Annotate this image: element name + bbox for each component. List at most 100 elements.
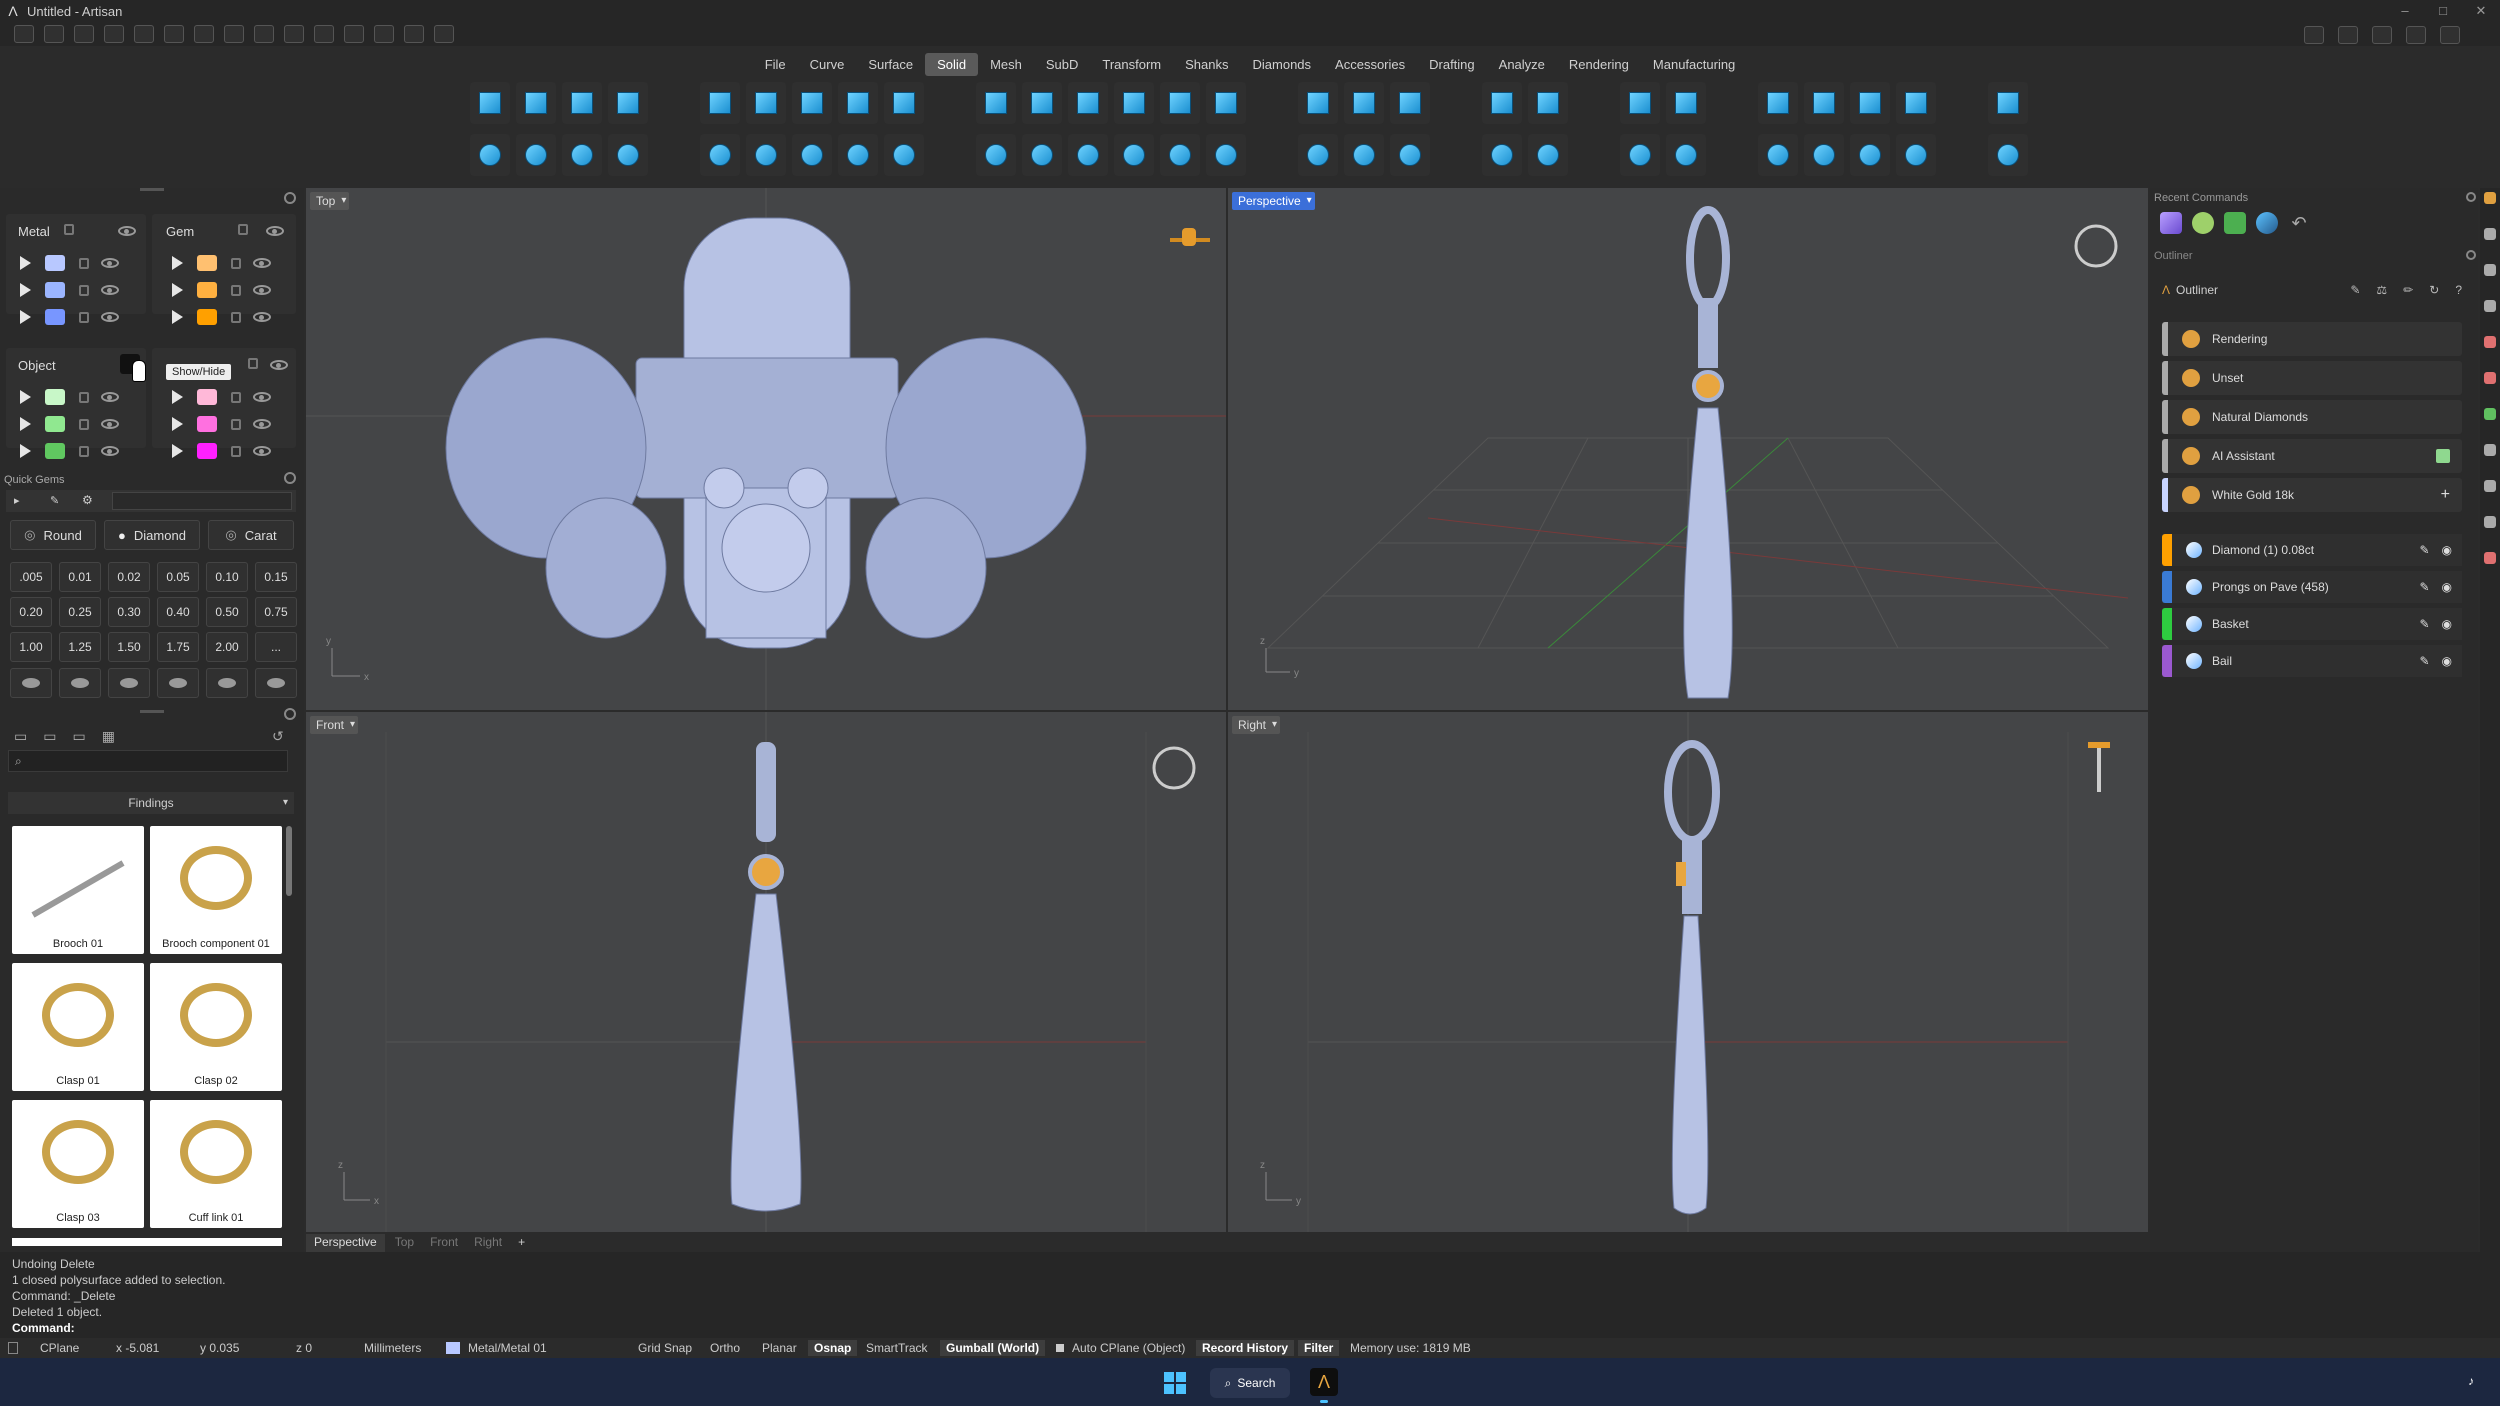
toolbar-union-button[interactable] xyxy=(1482,134,1522,176)
command-prompt[interactable]: Command: xyxy=(12,1320,2488,1336)
side-tool-icon[interactable] xyxy=(2484,264,2496,276)
refresh-icon[interactable]: ↻ xyxy=(2429,283,2439,297)
artisan-app-icon[interactable]: Λ xyxy=(1310,1368,1338,1396)
lock-icon[interactable] xyxy=(238,224,248,235)
grid-view-icon[interactable]: ▦ xyxy=(102,728,115,745)
layer-color-swatch[interactable] xyxy=(197,255,217,271)
outliner-object-row[interactable]: Diamond (1) 0.08ct ✎ ◉ xyxy=(2162,534,2462,566)
layer-color-swatch[interactable] xyxy=(45,389,65,405)
viewport-perspective[interactable]: z y Perspective xyxy=(1228,188,2148,710)
auto-cplane-toggle[interactable]: Auto CPlane (Object) xyxy=(1072,1340,1185,1356)
toolbar-pyramid-button[interactable] xyxy=(792,134,832,176)
gem-shape-oval-button[interactable] xyxy=(59,668,101,698)
toolbar-ribbon-button[interactable] xyxy=(1298,134,1338,176)
folder-add-icon[interactable]: ▭ xyxy=(43,728,56,745)
layer-color-swatch[interactable] xyxy=(45,282,65,298)
menu-solid[interactable]: Solid xyxy=(925,52,979,76)
eye-icon[interactable] xyxy=(101,258,119,268)
gear-icon[interactable] xyxy=(284,708,296,720)
eye-icon[interactable] xyxy=(101,392,119,402)
gem-tool-icon[interactable] xyxy=(2192,212,2214,234)
planar-toggle[interactable]: Planar xyxy=(762,1340,797,1356)
outliner-category-row[interactable]: Natural Diamonds xyxy=(2162,400,2462,434)
outliner-category-row[interactable]: Rendering xyxy=(2162,322,2462,356)
side-tool-icon[interactable] xyxy=(2484,336,2496,348)
play-icon[interactable] xyxy=(172,310,183,324)
toolbar-boolean-button[interactable] xyxy=(1206,134,1246,176)
lock-icon[interactable] xyxy=(79,418,89,430)
menu-surface[interactable]: Surface xyxy=(856,53,925,76)
toolbar-wire-button[interactable] xyxy=(1390,82,1430,124)
eye-icon[interactable] xyxy=(101,446,119,456)
save-as-icon[interactable] xyxy=(254,25,274,43)
side-tool-icon[interactable] xyxy=(2484,372,2496,384)
toolbar-shell-button[interactable] xyxy=(1114,82,1154,124)
gem-size-button[interactable]: 0.05 xyxy=(157,562,199,592)
gem-layer-row[interactable] xyxy=(172,250,271,276)
eye-icon[interactable] xyxy=(253,419,271,429)
play-icon[interactable] xyxy=(172,390,183,404)
toolbar-fillet-edge-button[interactable] xyxy=(976,134,1016,176)
outliner-tab[interactable]: Outliner xyxy=(2176,283,2218,297)
grid-snap-toggle[interactable]: Grid Snap xyxy=(638,1340,692,1356)
eye-icon[interactable] xyxy=(253,258,271,268)
toolbar-shell-button[interactable] xyxy=(1114,134,1154,176)
outliner-object-row[interactable]: Bail ✎ ◉ xyxy=(2162,645,2462,677)
eye-icon[interactable] xyxy=(253,392,271,402)
gem-layer-row[interactable] xyxy=(172,304,271,330)
draw-icon[interactable] xyxy=(314,25,334,43)
gear-icon[interactable] xyxy=(284,472,296,484)
toolbar-shell-solid-button[interactable] xyxy=(1896,82,1936,124)
folder-icon[interactable]: ▭ xyxy=(14,728,27,745)
gem-size-button[interactable]: 0.20 xyxy=(10,597,52,627)
toolbar-twist-button[interactable] xyxy=(1344,82,1384,124)
tab-right[interactable]: Right xyxy=(468,1234,508,1252)
toolbar-intersect-button[interactable] xyxy=(1850,134,1890,176)
edit-icon[interactable]: ✎ xyxy=(2419,617,2429,631)
gem-size-button[interactable]: 0.75 xyxy=(255,597,297,627)
toolbar-pipe-button[interactable] xyxy=(884,134,924,176)
lock-icon[interactable] xyxy=(79,257,89,269)
lock-icon[interactable] xyxy=(231,284,241,296)
snap-icon[interactable] xyxy=(404,25,424,43)
toolbar-tube-button[interactable] xyxy=(608,134,648,176)
library-scrollbar[interactable] xyxy=(286,826,292,896)
play-icon[interactable] xyxy=(20,310,31,324)
gem-size-button[interactable]: ... xyxy=(255,632,297,662)
round-button[interactable]: ◎ Round xyxy=(10,520,96,550)
lock-icon[interactable] xyxy=(79,391,89,403)
viewport-top[interactable]: y x Top xyxy=(306,188,1226,710)
eye-icon[interactable]: ◉ xyxy=(2442,543,2452,557)
help-icon[interactable]: ? xyxy=(2455,283,2462,297)
toolbar-split-button[interactable] xyxy=(1666,134,1706,176)
gem-size-button[interactable]: 1.25 xyxy=(59,632,101,662)
toolbar-extract-button[interactable] xyxy=(1758,82,1798,124)
add-tab-button[interactable]: + xyxy=(512,1234,531,1252)
eye-icon[interactable] xyxy=(253,312,271,322)
library-item[interactable]: Clasp 03 xyxy=(12,1100,144,1228)
eye-icon[interactable] xyxy=(266,226,284,236)
outliner-object-row[interactable]: Prongs on Pave (458) ✎ ◉ xyxy=(2162,571,2462,603)
viewport-right[interactable]: z y Right xyxy=(1228,712,2148,1232)
gem-shape-pear-button[interactable] xyxy=(255,668,297,698)
toolbar-cylinder-button[interactable] xyxy=(516,82,556,124)
library-item[interactable]: Clasp 01 xyxy=(12,963,144,1091)
ortho-toggle[interactable]: Ortho xyxy=(710,1340,740,1356)
pen-tool-icon[interactable] xyxy=(2160,212,2182,234)
record-history-toggle[interactable]: Record History xyxy=(1196,1340,1295,1356)
toolbar-extract-button[interactable] xyxy=(1758,134,1798,176)
gem-size-button[interactable]: 0.02 xyxy=(108,562,150,592)
pencil-icon[interactable]: ✏ xyxy=(2403,283,2413,297)
gem-size-button[interactable]: .005 xyxy=(10,562,52,592)
play-icon[interactable] xyxy=(172,283,183,297)
menu-accessories[interactable]: Accessories xyxy=(1323,53,1417,76)
layers-icon[interactable] xyxy=(2372,26,2392,44)
settings-icon[interactable]: ⚙ xyxy=(82,493,93,507)
auto-cplane-checkbox[interactable] xyxy=(1056,1344,1064,1352)
lock-icon[interactable] xyxy=(79,311,89,323)
options-icon[interactable] xyxy=(434,25,454,43)
play-icon[interactable] xyxy=(20,417,31,431)
gem-size-button[interactable]: 0.50 xyxy=(206,597,248,627)
play-icon[interactable] xyxy=(172,444,183,458)
metal-layer-row[interactable] xyxy=(20,304,119,330)
